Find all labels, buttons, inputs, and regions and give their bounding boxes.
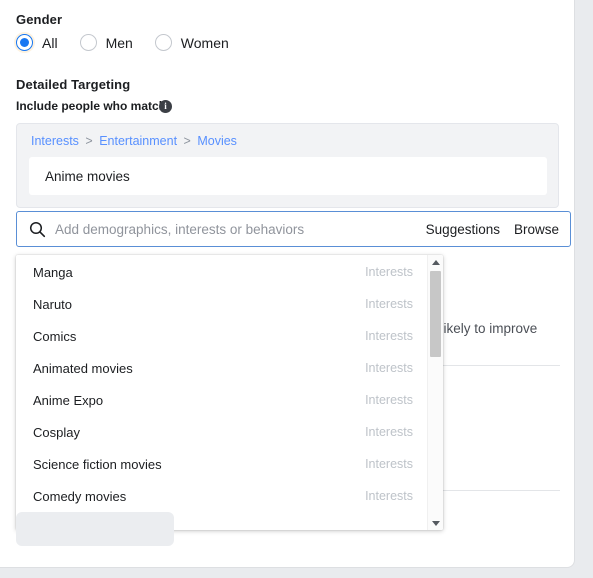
gender-option-women-label: Women [180,34,229,51]
gender-option-women[interactable]: Women [154,34,229,51]
breadcrumb-item-entertainment[interactable]: Entertainment [99,134,177,148]
gender-option-all-label: All [42,34,58,51]
selected-interest-label: Anime movies [45,168,130,184]
search-icon [29,221,46,238]
radio-mark-men [79,34,97,51]
list-item-name: Science fiction movies [33,456,162,472]
list-item[interactable]: Comics Interests [16,320,427,352]
placeholder-block [16,512,174,546]
scrollbar-thumb[interactable] [430,271,441,357]
list-item[interactable]: Cosplay Interests [16,416,427,448]
list-item-name: Naruto [33,296,73,312]
list-item-category: Interests [365,265,413,279]
breadcrumb-separator-1: > [85,134,93,148]
list-item-category: Interests [365,329,413,343]
list-item-category: Interests [365,393,413,407]
list-item[interactable]: Comedy movies Interests [16,480,427,512]
radio-mark-women [154,34,172,51]
ads-targeting-panel: Gender All Men Women Detailed Targeting … [0,0,575,568]
list-item[interactable]: Naruto Interests [16,288,427,320]
search-input[interactable] [55,221,412,237]
list-item-name: Cosplay [33,424,80,440]
list-item-category: Interests [365,361,413,375]
list-item-category: Interests [365,457,413,471]
targeting-search-bar[interactable]: Suggestions Browse [16,211,571,247]
list-item-category: Interests [365,425,413,439]
selected-interest-chip[interactable]: Anime movies [29,157,547,195]
gender-section-title: Gender [16,12,63,27]
breadcrumb-item-movies[interactable]: Movies [197,134,237,148]
list-item-name: Comedy movies [33,488,127,504]
list-item-category: Interests [365,529,413,530]
triangle-down-icon[interactable] [428,516,443,530]
gender-option-men[interactable]: Men [79,34,133,51]
triangle-up-icon[interactable] [428,255,443,269]
list-item-category: Interests [365,297,413,311]
screen-root: Gender All Men Women Detailed Targeting … [0,0,593,578]
page-background-strip [0,569,593,578]
radio-mark-all [16,34,33,51]
list-item-name: Anime Expo [33,392,104,408]
info-icon[interactable]: i [159,100,172,113]
breadcrumb-separator-2: > [183,134,191,148]
include-people-who-match-label: Include people who match [16,99,167,113]
list-item-name: Manga [33,264,73,280]
browse-button[interactable]: Browse [514,222,559,237]
suggestions-list: Manga Interests Naruto Interests Comics … [16,255,427,531]
list-item[interactable]: Anime Expo Interests [16,384,427,416]
background-partial-text: s likely to improve [430,321,538,336]
list-item-name: Comics [33,328,77,344]
list-item[interactable]: Science fiction movies Interests [16,448,427,480]
gender-option-all[interactable]: All [16,34,58,51]
gender-radio-group: All Men Women [16,34,251,51]
breadcrumb-item-interests[interactable]: Interests [31,134,79,148]
list-item-category: Interests [365,489,413,503]
list-item[interactable]: Manga Interests [16,256,427,288]
suggestions-dropdown: Manga Interests Naruto Interests Comics … [16,255,443,530]
suggestions-button[interactable]: Suggestions [426,222,500,237]
breadcrumb: Interests > Entertainment > Movies [31,134,237,148]
dropdown-scrollbar[interactable] [427,255,443,530]
detailed-targeting-title: Detailed Targeting [16,77,131,92]
targeting-selection-box: Interests > Entertainment > Movies Anime… [16,123,559,208]
list-item[interactable]: Animated movies Interests [16,352,427,384]
gender-option-men-label: Men [105,34,133,51]
section-divider-2 [430,490,560,491]
section-divider-1 [430,365,560,366]
list-item-name: Animated movies [33,360,133,376]
